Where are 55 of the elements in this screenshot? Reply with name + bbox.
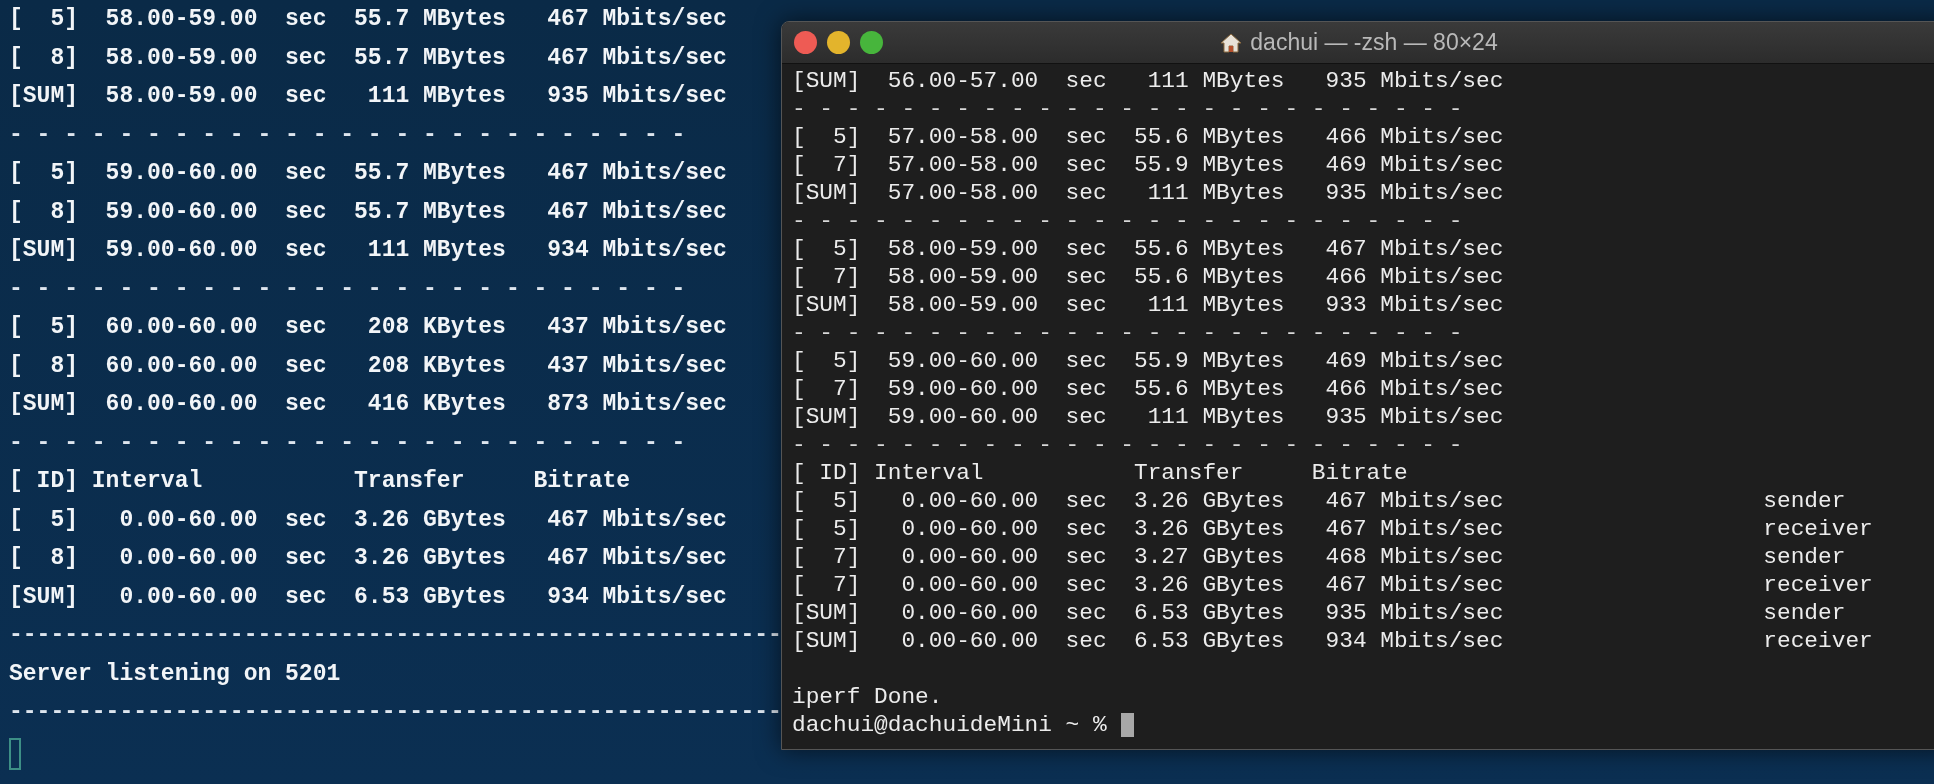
- role-label: sender: [1763, 487, 1846, 515]
- output-line: [ 7] 0.00-60.00 sec 3.26 GBytes 467 Mbits/sec: [792, 571, 1505, 599]
- separator-line: - - - - - - - - - - - - - - - - - - - - - - - - -: [9, 120, 686, 150]
- output-line: [ 7] 57.00-58.00 sec 55.9 MBytes 469 Mbits/sec: [792, 151, 1504, 179]
- cursor: [1120, 713, 1134, 737]
- output-line: [ 5] 60.00-60.00 sec 208 KBytes 437 Mbits/sec: [9, 313, 727, 342]
- output-line: [SUM] 0.00-60.00 sec 6.53 GBytes 935 Mbits/sec: [792, 599, 1505, 627]
- separator-line: - - - - - - - - - - - - - - - - - - - - - - - - -: [9, 274, 686, 304]
- output-line: Server listening on 5201: [9, 659, 341, 689]
- output-line: [ 7] 0.00-60.00 sec 3.27 GBytes 468 Mbits/sec: [792, 543, 1505, 571]
- output-line: [ 8] 59.00-60.00 sec 55.7 MBytes 467 Mbits/sec: [9, 197, 727, 227]
- role-label: sender: [1763, 599, 1846, 627]
- home-icon: [1220, 31, 1243, 54]
- output-line: [SUM] 59.00-60.00 sec 111 MBytes 934 Mbits/sec: [9, 236, 727, 265]
- output-line: [ 8] 58.00-59.00 sec 55.7 MBytes 467 Mbits/sec: [9, 43, 727, 73]
- close-button[interactable]: [794, 31, 817, 54]
- output-line: [SUM] 0.00-60.00 sec 6.53 GBytes 934 Mbits/sec: [9, 582, 727, 612]
- output-line: [SUM] 59.00-60.00 sec 111 MBytes 935 Mbits/sec: [792, 403, 1504, 431]
- separator-line: - - - - - - - - - - - - - - - - - - - - - - - - -: [792, 319, 1463, 347]
- output-line: [ 5] 57.00-58.00 sec 55.6 MBytes 466 Mbits/sec: [792, 123, 1504, 151]
- separator-line: --------------------------------------------------------: [9, 621, 782, 650]
- role-label: receiver: [1763, 515, 1873, 543]
- role-label: receiver: [1763, 627, 1873, 655]
- shell-prompt: dachui@dachuideMini ~ %: [792, 711, 1107, 739]
- separator-line: --------------------------------------------------------: [9, 698, 782, 727]
- output-line: [SUM] 56.00-57.00 sec 111 MBytes 935 Mbits/sec: [792, 67, 1504, 95]
- window-title: dachui — -zsh — 80×24: [1250, 29, 1498, 56]
- output-line: [ 5] 0.00-60.00 sec 3.26 GBytes 467 Mbits/sec: [792, 487, 1505, 515]
- output-line: [SUM] 60.00-60.00 sec 416 KBytes 873 Mbits/sec: [9, 390, 727, 419]
- role-label: sender: [1763, 543, 1846, 571]
- output-line: [ 7] 59.00-60.00 sec 55.6 MBytes 466 Mbits/sec: [792, 375, 1504, 403]
- separator-line: - - - - - - - - - - - - - - - - - - - - - - - - -: [9, 428, 686, 458]
- output-line: [SUM] 57.00-58.00 sec 111 MBytes 935 Mbits/sec: [792, 179, 1504, 207]
- output-line: [ ID] Interval Transfer Bitrate: [9, 467, 631, 496]
- separator-line: - - - - - - - - - - - - - - - - - - - - - - - - -: [792, 431, 1463, 459]
- output-line: iperf Done.: [792, 683, 943, 711]
- output-line: [ 7] 58.00-59.00 sec 55.6 MBytes 466 Mbits/sec: [792, 263, 1504, 291]
- separator-line: - - - - - - - - - - - - - - - - - - - - - - - - -: [792, 95, 1463, 123]
- cursor: [9, 737, 21, 770]
- output-line: [ ID] Interval Transfer Bitrate: [792, 459, 1408, 487]
- output-line: [SUM] 58.00-59.00 sec 111 MBytes 933 Mbits/sec: [792, 291, 1504, 319]
- output-line: [ 8] 0.00-60.00 sec 3.26 GBytes 467 Mbits/sec: [9, 544, 727, 573]
- output-line: [ 5] 59.00-60.00 sec 55.9 MBytes 469 Mbits/sec: [792, 347, 1504, 375]
- zoom-button[interactable]: [860, 31, 883, 54]
- output-line: [SUM] 0.00-60.00 sec 6.53 GBytes 934 Mbits/sec: [792, 627, 1505, 655]
- output-line: [ 8] 60.00-60.00 sec 208 KBytes 437 Mbits/sec: [9, 351, 727, 381]
- output-line: [ 5] 58.00-59.00 sec 55.6 MBytes 467 Mbits/sec: [792, 235, 1504, 263]
- output-line: [ 5] 59.00-60.00 sec 55.7 MBytes 467 Mbits/sec: [9, 159, 727, 188]
- output-line: [SUM] 58.00-59.00 sec 111 MBytes 935 Mbits/sec: [9, 82, 727, 111]
- separator-line: - - - - - - - - - - - - - - - - - - - - - - - - -: [792, 207, 1463, 235]
- output-line: [ 5] 58.00-59.00 sec 55.7 MBytes 467 Mbits/sec: [9, 5, 727, 34]
- output-line: [ 5] 0.00-60.00 sec 3.26 GBytes 467 Mbits/sec: [792, 515, 1505, 543]
- output-line: [ 5] 0.00-60.00 sec 3.26 GBytes 467 Mbits/sec: [9, 505, 727, 535]
- minimize-button[interactable]: [827, 31, 850, 54]
- role-label: receiver: [1763, 571, 1873, 599]
